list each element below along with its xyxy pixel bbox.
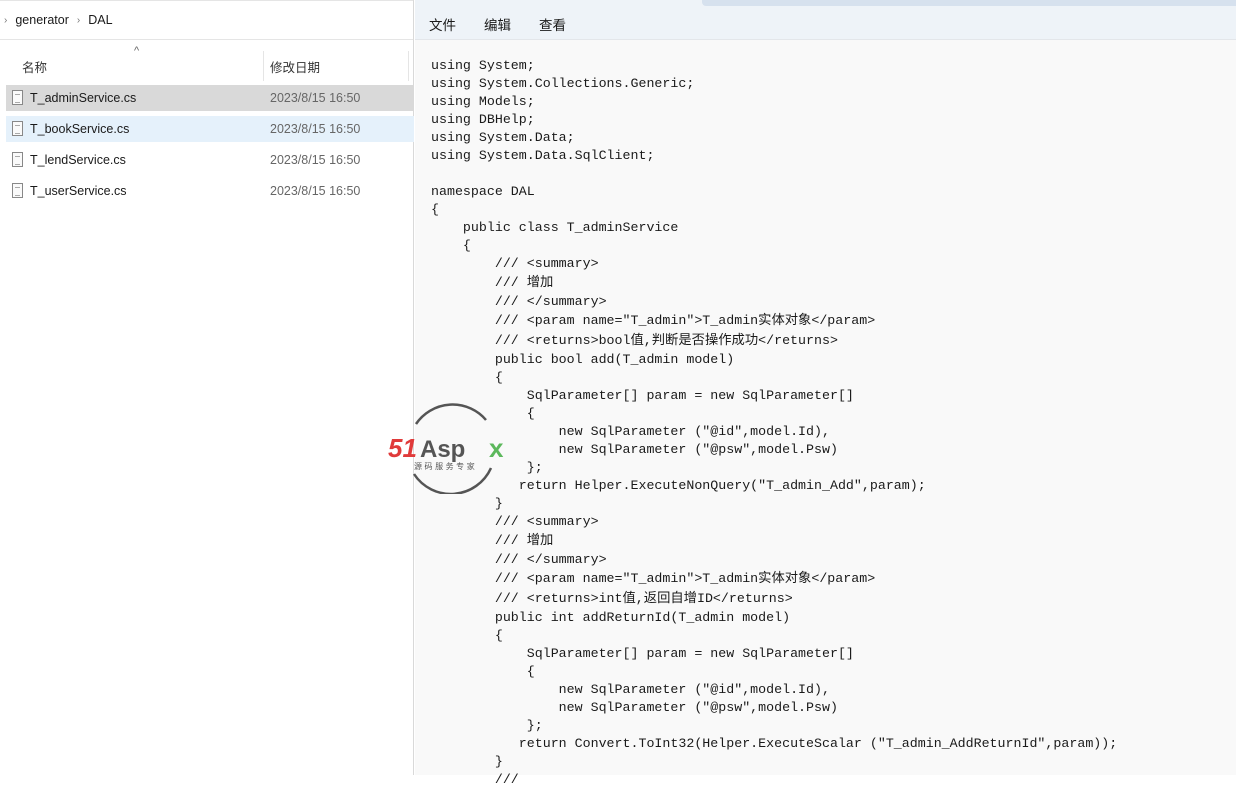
code-line: /// 增加 (431, 533, 554, 548)
code-line: return Convert.ToInt32(Helper.ExecuteSca… (431, 736, 1118, 751)
menu-file[interactable]: 文件 (429, 14, 456, 34)
svg-text:x: x (489, 433, 504, 463)
text-file-icon (12, 90, 23, 105)
column-date[interactable]: 修改日期 (270, 57, 320, 76)
code-line: using DBHelp; (431, 112, 535, 127)
file-row[interactable]: T_userService.cs 2023/8/15 16:50 (6, 178, 414, 204)
file-name: T_bookService.cs (30, 122, 130, 136)
svg-text:51: 51 (388, 433, 417, 463)
svg-text:Asp: Asp (420, 436, 465, 463)
code-line: } (431, 496, 503, 511)
file-date: 2023/8/15 16:50 (270, 91, 361, 105)
code-line: /// <returns>int值,返回自增ID</returns> (431, 591, 793, 606)
text-file-icon (12, 152, 23, 167)
code-line: { (431, 406, 535, 421)
chevron-right-icon[interactable]: › (4, 15, 7, 26)
watermark-logo: 51 Asp x 源 码 服 务 专 家 (388, 403, 504, 494)
code-line: /// 增加 (431, 275, 554, 290)
code-line: }; (431, 460, 543, 475)
text-file-icon (12, 183, 23, 198)
code-line: return Helper.ExecuteNonQuery("T_admin_A… (431, 478, 926, 493)
code-line: new SqlParameter ("@psw",model.Psw) (431, 700, 838, 715)
code-line: SqlParameter[] param = new SqlParameter[… (431, 388, 854, 403)
code-line: { (431, 628, 503, 643)
code-line: /// </summary> (431, 294, 607, 309)
text-file-icon (12, 121, 23, 136)
svg-text:源 码 服 务 专 家: 源 码 服 务 专 家 (414, 461, 475, 471)
tab-strip (415, 0, 1236, 8)
file-row[interactable]: T_adminService.cs 2023/8/15 16:50 (6, 85, 414, 111)
file-name: T_adminService.cs (30, 91, 137, 105)
file-date: 2023/8/15 16:50 (270, 153, 361, 167)
code-line: using System.Collections.Generic; (431, 76, 695, 91)
code-line: { (431, 238, 471, 253)
code-line: }; (431, 718, 543, 733)
menu-edit[interactable]: 编辑 (484, 14, 511, 34)
code-line: /// <summary> (431, 256, 599, 271)
code-line: { (431, 664, 535, 679)
file-date: 2023/8/15 16:50 (270, 122, 361, 136)
column-divider[interactable] (408, 51, 409, 81)
code-line: namespace DAL (431, 184, 535, 199)
file-name: T_lendService.cs (30, 153, 126, 167)
code-line: new SqlParameter ("@psw",model.Psw) (431, 442, 838, 457)
code-line: { (431, 370, 503, 385)
breadcrumb: › generator › DAL (0, 0, 413, 40)
menu-view[interactable]: 查看 (539, 14, 566, 34)
chevron-right-icon[interactable]: › (77, 15, 80, 26)
code-line: /// <param name="T_admin">T_admin实体对象</p… (431, 313, 876, 328)
file-name: T_userService.cs (30, 184, 127, 198)
code-line: SqlParameter[] param = new SqlParameter[… (431, 646, 854, 661)
code-line: public int addReturnId(T_admin model) (431, 610, 791, 625)
file-explorer: › generator › DAL 名称 ^ 修改日期 T_adminServi… (0, 0, 414, 775)
code-line: using System; (431, 58, 535, 73)
code-line: new SqlParameter ("@id",model.Id), (431, 424, 830, 439)
code-line: using System.Data.SqlClient; (431, 148, 655, 163)
menu-bar: 文件 编辑 查看 (415, 8, 1236, 40)
tab-active[interactable] (702, 0, 1236, 6)
code-line: /// </summary> (431, 552, 607, 567)
sort-ascending-icon: ^ (134, 45, 140, 57)
file-date: 2023/8/15 16:50 (270, 184, 361, 198)
breadcrumb-item[interactable]: DAL (88, 13, 112, 27)
breadcrumb-item[interactable]: generator (15, 13, 69, 27)
file-row[interactable]: T_lendService.cs 2023/8/15 16:50 (6, 147, 414, 173)
file-row[interactable]: T_bookService.cs 2023/8/15 16:50 (6, 116, 414, 142)
column-name[interactable]: 名称 (22, 57, 47, 76)
code-line: public class T_adminService (431, 220, 679, 235)
code-line: new SqlParameter ("@id",model.Id), (431, 682, 830, 697)
column-header: 名称 ^ 修改日期 (0, 41, 413, 83)
code-line: } (431, 754, 503, 769)
code-editor[interactable]: using System; using System.Collections.Ge… (431, 57, 1117, 789)
code-line: /// <returns>bool值,判断是否操作成功</returns> (431, 333, 838, 348)
code-line: using Models; (431, 94, 535, 109)
code-line: /// <summary> (431, 514, 599, 529)
column-divider[interactable] (263, 51, 264, 81)
code-line: using System.Data; (431, 130, 575, 145)
code-line: /// <param name="T_admin">T_admin实体对象</p… (431, 571, 876, 586)
code-line: { (431, 202, 439, 217)
code-line: public bool add(T_admin model) (431, 352, 735, 367)
notepad-window: 文件 编辑 查看 using System; using System.Colle… (415, 0, 1236, 787)
code-line: /// (431, 772, 519, 787)
